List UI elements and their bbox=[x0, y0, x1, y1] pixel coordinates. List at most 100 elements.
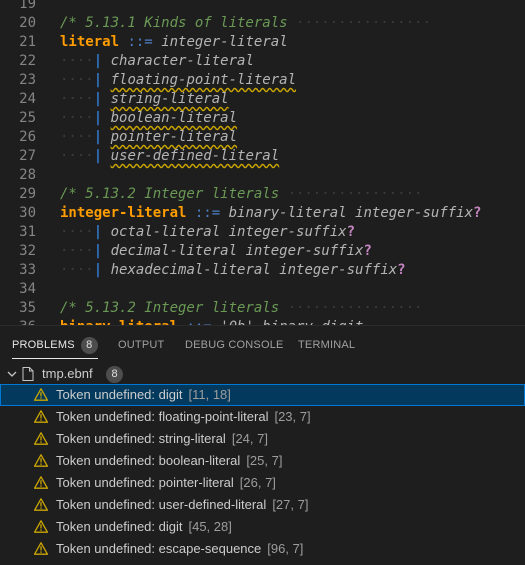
file-icon bbox=[22, 367, 34, 381]
code-line[interactable]: 23 ····| floating-point-literal bbox=[0, 71, 525, 90]
code-token: | bbox=[93, 72, 103, 88]
warning-icon bbox=[34, 410, 48, 423]
code-line[interactable]: 19 bbox=[0, 0, 525, 14]
problem-row[interactable]: Token undefined: string-literal [24, 7] bbox=[0, 428, 525, 450]
code-text: ····| octal-literal integer-suffix? bbox=[60, 223, 355, 242]
code-line[interactable]: 22 ····| character-literal bbox=[0, 52, 525, 71]
code-token: integer-literal bbox=[161, 34, 288, 50]
code-line[interactable]: 26 ····| pointer-literal bbox=[0, 128, 525, 147]
code-token: ? bbox=[363, 243, 372, 259]
line-number: 20 bbox=[19, 15, 36, 31]
problem-row[interactable]: Token undefined: digit [45, 28] bbox=[0, 516, 525, 538]
code-line[interactable]: 21 literal ::= integer-literal bbox=[0, 33, 525, 52]
problems-count-badge: 8 bbox=[80, 337, 98, 354]
problem-location: [26, 7] bbox=[239, 475, 276, 490]
warning-icon bbox=[34, 476, 48, 489]
code-token: integer-literal bbox=[60, 205, 187, 221]
code-token: | bbox=[93, 110, 103, 126]
problem-message: Token undefined: floating-point-literal[… bbox=[56, 409, 311, 424]
code-token: string-literal bbox=[110, 91, 229, 107]
code-token: ···· bbox=[60, 224, 94, 240]
code-token: ? bbox=[346, 224, 356, 240]
code-token: ···· bbox=[60, 91, 94, 107]
problem-message: Token undefined: digit [45, 28] bbox=[56, 519, 232, 534]
line-number: 36 bbox=[0, 318, 36, 325]
tab-problems[interactable]: PROBLEMS 8 bbox=[12, 337, 98, 359]
code-line[interactable]: 24 ····| string-literal bbox=[0, 90, 525, 109]
code-text: integer-literal ::= binary-literal integ… bbox=[60, 204, 481, 223]
code-token: literal bbox=[60, 34, 120, 50]
code-token: /* 5.13.1 Kinds of literals bbox=[60, 15, 297, 31]
code-line[interactable]: 32 ····| decimal-literal integer-suffix? bbox=[0, 242, 525, 261]
code-text: /* 5.13.1 Kinds of literals ············… bbox=[60, 14, 431, 33]
code-line[interactable]: 35 /* 5.13.2 Integer literals ···········… bbox=[0, 299, 525, 318]
code-editor[interactable]: 19 20/* 5.13.1 Kinds of literals ········… bbox=[0, 0, 525, 325]
problem-message: Token undefined: escape-sequence [96, 7] bbox=[56, 541, 304, 556]
code-token: | bbox=[93, 243, 103, 259]
code-token: | bbox=[93, 148, 103, 164]
code-text: /* 5.13.2 Integer literals ·············… bbox=[60, 299, 422, 318]
code-text: ····| decimal-literal integer-suffix? bbox=[60, 242, 372, 261]
problem-row[interactable]: Token undefined: boolean-literal [25, 7] bbox=[0, 450, 525, 472]
code-token: ···· bbox=[60, 129, 94, 145]
problem-location: [24, 7] bbox=[231, 431, 268, 446]
line-number: 26 bbox=[19, 129, 36, 145]
code-token: ···· bbox=[60, 262, 94, 278]
line-number: 34 bbox=[19, 281, 36, 297]
code-line[interactable]: 20 /* 5.13.1 Kinds of literals ··········… bbox=[0, 14, 525, 33]
problem-row[interactable]: Token undefined: user-defined-literal [27… bbox=[0, 494, 525, 516]
code-token: /* 5.13.2 Integer literals bbox=[60, 186, 288, 202]
tab-output[interactable]: OUTPUT bbox=[118, 337, 164, 357]
problem-row[interactable]: Token undefined: digit [11, 18] bbox=[0, 384, 525, 406]
warning-icon bbox=[34, 498, 48, 511]
problem-row[interactable]: Token undefined: pointer-literal [26, 7] bbox=[0, 472, 525, 494]
problem-location: [96, 7] bbox=[267, 541, 304, 556]
code-line[interactable]: 25 ····| boolean-literal bbox=[0, 109, 525, 128]
code-token: ::= bbox=[127, 34, 153, 50]
warning-icon bbox=[34, 388, 48, 401]
problem-location: [25, 7] bbox=[246, 453, 283, 468]
line-number: 31 bbox=[19, 224, 36, 240]
code-token: ···· bbox=[60, 148, 94, 164]
tab-debug-console[interactable]: DEBUG CONSOLE bbox=[185, 337, 284, 357]
warning-icon bbox=[34, 432, 48, 445]
line-number: 29 bbox=[19, 186, 36, 202]
code-line[interactable]: 31 ····| octal-literal integer-suffix? bbox=[0, 223, 525, 242]
problem-location: [45, 28] bbox=[188, 519, 232, 534]
line-number: 27 bbox=[19, 148, 36, 164]
problem-row[interactable]: Token undefined: escape-sequence [96, 7] bbox=[0, 538, 525, 560]
tab-problems-label: PROBLEMS bbox=[12, 339, 75, 351]
code-line[interactable]: 27 ····| user-defined-literal bbox=[0, 147, 525, 166]
tab-terminal[interactable]: TERMINAL bbox=[298, 337, 355, 357]
problem-message: Token undefined: boolean-literal [25, 7] bbox=[56, 453, 283, 468]
code-text: binary-literal ::= '0b' binary-digit bbox=[60, 318, 363, 325]
file-name: tmp.ebnf bbox=[42, 366, 93, 381]
code-line[interactable]: 36 binary-literal ::= '0b' binary-digit bbox=[0, 318, 525, 325]
code-line[interactable]: 29 /* 5.13.2 Integer literals ···········… bbox=[0, 185, 525, 204]
code-token: ················ bbox=[287, 300, 423, 316]
code-token: | bbox=[93, 53, 103, 69]
code-line[interactable]: 33 ····| hexadecimal-literal integer-suff… bbox=[0, 261, 525, 280]
problem-location: [11, 18] bbox=[188, 387, 231, 402]
chevron-down-icon[interactable] bbox=[6, 364, 18, 384]
code-line[interactable]: 28 bbox=[0, 166, 525, 185]
code-line[interactable]: 30 integer-literal ::= binary-literal int… bbox=[0, 204, 525, 223]
code-token: | bbox=[93, 224, 103, 240]
code-token: decimal-literal integer-suffix bbox=[110, 243, 364, 259]
problems-file-group[interactable]: tmp.ebnf 8 bbox=[0, 364, 525, 384]
code-token: | bbox=[93, 129, 103, 145]
problem-row[interactable]: Token undefined: floating-point-literal[… bbox=[0, 406, 525, 428]
code-token: hexadecimal-literal integer-suffix bbox=[110, 262, 398, 278]
code-token: ···· bbox=[60, 110, 94, 126]
code-token: | bbox=[93, 262, 103, 278]
code-token: octal-literal integer-suffix bbox=[110, 224, 347, 240]
code-line[interactable]: 34 bbox=[0, 280, 525, 299]
tab-terminal-label: TERMINAL bbox=[298, 339, 356, 351]
line-number: 22 bbox=[19, 53, 36, 69]
